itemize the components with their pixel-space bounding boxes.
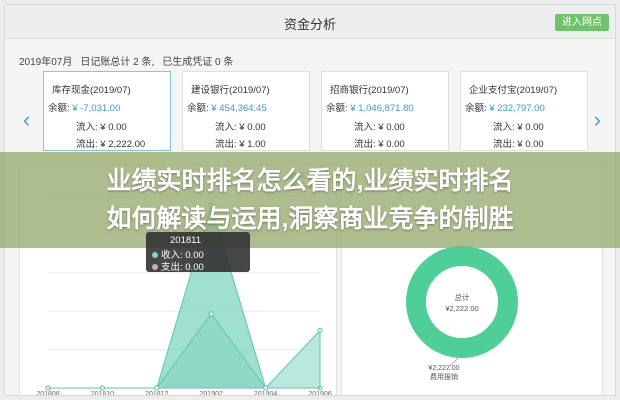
account-income: 流入: ¥ 0.00 (354, 122, 405, 133)
account-name: 建设银行(2019/07) (191, 85, 270, 96)
x-tick-label: 201902 (200, 391, 223, 396)
data-point[interactable] (208, 311, 214, 317)
x-tick-label: 201904 (254, 391, 277, 396)
banner-line-2: 如何解读与运用,洞察商业竞争的制胜 (106, 205, 514, 233)
x-tick-label: 201812 (145, 391, 168, 396)
account-expense: 流出: ¥ 1.00 (215, 139, 266, 150)
account-name: 企业支付宝(2019/07) (469, 85, 558, 96)
account-balance: 余额: ¥ 232,797.00 (465, 103, 545, 114)
title-bar: 资金分析 进入网点 (5, 5, 615, 39)
chevron-left-icon[interactable]: ‹ (23, 109, 30, 131)
enter-button[interactable]: 进入网点 (555, 14, 609, 31)
overlay-banner: 业绩实时排名怎么看的,业绩实时排名 如何解读与运用,洞察商业竞争的制胜 (0, 152, 620, 248)
donut-center-label: 总计 (455, 292, 470, 302)
donut-center-value: ¥2,222.00 (445, 304, 478, 313)
slice-name-label: 费用报销 (430, 372, 458, 381)
summary-generated: 已生成凭证 0 条 (162, 57, 234, 68)
x-tick-label: 201808 (36, 391, 59, 396)
page-title: 资金分析 (283, 17, 336, 32)
tooltip-date: 201811 (170, 235, 201, 246)
chart-tooltip: 201811 收入: 0.00 支出: 0.00 (146, 232, 250, 273)
summary-month: 2019年07月 (19, 57, 73, 68)
account-income: 流入: ¥ 0.00 (493, 122, 544, 133)
x-tick-label: 201810 (91, 391, 114, 396)
data-point[interactable] (45, 385, 51, 391)
account-name: 招商银行(2019/07) (330, 85, 409, 96)
account-balance: 余额: ¥ 454,364.45 (187, 103, 267, 114)
slice-value-label: ¥2,222.00 (428, 365, 459, 372)
account-income: 流入: ¥ 0.00 (76, 122, 127, 133)
summary-records: 日记账总计 2 条, (80, 57, 155, 68)
data-point[interactable] (263, 385, 269, 391)
account-card-cmb[interactable]: 招商银行(2019/07) 余额: ¥ 1,046,871.80 流入: ¥ 0… (321, 71, 449, 151)
data-point[interactable] (154, 385, 160, 391)
account-expense: 流出: ¥ 0.00 (354, 139, 405, 150)
account-card-alipay[interactable]: 企业支付宝(2019/07) 余额: ¥ 232,797.00 流入: ¥ 0.… (460, 71, 588, 151)
data-point[interactable] (99, 385, 105, 391)
account-expense: 流出: ¥ 2,222.00 (76, 139, 146, 150)
chevron-right-icon[interactable]: › (594, 109, 601, 131)
account-balance: 余额: ¥ -7,031.00 (48, 103, 121, 114)
banner-line-1: 业绩实时排名怎么看的,业绩实时排名 (106, 167, 514, 195)
tooltip-expense: 支出: 0.00 (152, 259, 204, 273)
pie-slice[interactable] (406, 246, 518, 358)
account-name: 库存现金(2019/07) (52, 85, 131, 96)
data-point[interactable] (317, 327, 323, 333)
account-card-cash[interactable]: 库存现金(2019/07) 余额: ¥ -7,031.00 流入: ¥ 0.00… (43, 71, 171, 151)
account-balance: 余额: ¥ 1,046,871.80 (326, 103, 414, 114)
account-expense: 流出: ¥ 0.00 (493, 139, 544, 150)
account-income: 流入: ¥ 0.00 (215, 122, 266, 133)
summary-line: 2019年07月 日记账总计 2 条, 已生成凭证 0 条 (19, 53, 233, 68)
x-tick-label: 201906 (308, 391, 331, 396)
account-card-ccb[interactable]: 建设银行(2019/07) 余额: ¥ 454,364.45 流入: ¥ 0.0… (182, 71, 310, 151)
